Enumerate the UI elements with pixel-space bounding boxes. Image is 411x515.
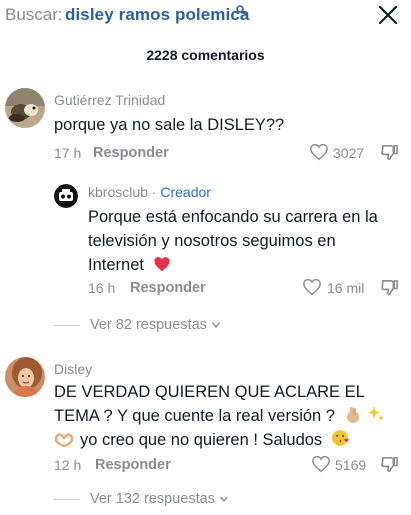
reply-button[interactable]: Responder	[95, 457, 171, 473]
search-icon[interactable]	[236, 5, 246, 15]
heart-icon[interactable]	[309, 143, 329, 161]
kissing-face-emoji	[331, 430, 349, 446]
search-label: Buscar:	[5, 5, 63, 24]
comment-time: 17 h	[54, 145, 82, 161]
comment-time: 16 h	[88, 280, 116, 296]
heart-hands-emoji	[54, 433, 74, 447]
woman-photo-avatar[interactable]	[5, 357, 45, 397]
comment-line: DE VERDAD QUIEREN QUE ACLARE EL	[54, 383, 365, 401]
comment-text: porque ya no sale la DISLEY??	[54, 116, 285, 134]
view-replies-button[interactable]: Ver 132 respuestas	[54, 491, 229, 507]
separator: ·	[147, 184, 161, 200]
dislike-icon[interactable]	[380, 278, 399, 297]
close-icon[interactable]	[377, 4, 399, 26]
dislike-icon[interactable]	[380, 455, 399, 474]
chevron-down-icon[interactable]	[219, 494, 229, 504]
comment-line: Porque está enfocando su carrera en la	[88, 208, 378, 226]
divider-line	[54, 498, 80, 500]
heart-icon[interactable]	[302, 278, 322, 296]
comment-line: televisión y nosotros seguimos en	[88, 232, 336, 250]
heart-icon[interactable]	[311, 455, 331, 473]
crossed-fingers-emoji	[346, 407, 359, 423]
divider-line	[54, 324, 80, 326]
comment-line: TEMA ? Y que cuente la real versión ?	[54, 404, 385, 428]
view-replies-label[interactable]: Ver 82 respuestas	[90, 317, 207, 333]
like-count: 5169	[335, 457, 367, 473]
dislike-icon[interactable]	[380, 143, 399, 162]
view-replies-button[interactable]: Ver 82 respuestas	[54, 317, 221, 333]
comment-text: Porque está enfocando su carrera en la t…	[88, 205, 378, 277]
like-count: 16 mil	[327, 280, 365, 296]
creator-badge: Creador	[160, 184, 211, 200]
username-text[interactable]: kbrosclub	[88, 184, 148, 200]
red-heart-emoji	[153, 257, 170, 272]
view-replies-label[interactable]: Ver 132 respuestas	[90, 491, 215, 507]
sparkles-emoji	[368, 406, 385, 421]
comment-count: 2228 comentarios	[146, 47, 265, 63]
comment-time: 12 h	[54, 457, 82, 473]
comment-line: yo creo que no quieren ! Saludos	[54, 428, 385, 452]
reply-button[interactable]: Responder	[93, 145, 169, 161]
search-header: Buscar: disley ramos polemica	[0, 0, 411, 40]
like-count: 3027	[333, 145, 365, 161]
kbros-logo-avatar[interactable]	[54, 184, 78, 208]
comment-username[interactable]: Gutiérrez Trinidad	[54, 92, 165, 108]
bird-photo-avatar[interactable]	[5, 88, 45, 128]
chevron-down-icon[interactable]	[211, 320, 221, 330]
comment-text: DE VERDAD QUIEREN QUE ACLARE EL TEMA ? Y…	[54, 380, 385, 452]
reply-button[interactable]: Responder	[130, 280, 206, 296]
search-query[interactable]: disley ramos polemica	[65, 5, 249, 25]
comment-line: Internet	[88, 253, 378, 277]
comment-username[interactable]: Disley	[54, 361, 92, 377]
comment-username[interactable]: kbrosclub · Creador	[88, 184, 211, 200]
